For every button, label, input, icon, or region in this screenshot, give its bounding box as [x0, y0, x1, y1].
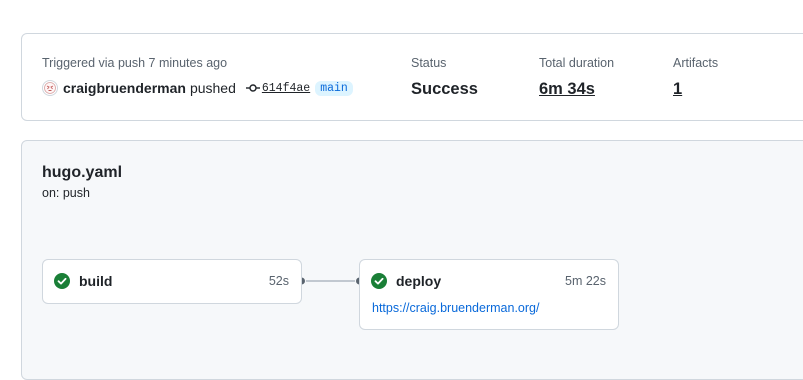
job-connector — [297, 276, 364, 286]
workflow-file-name: hugo.yaml — [42, 164, 123, 181]
branch-badge[interactable]: main — [315, 80, 353, 96]
actor-line: craigbruenderman pushed 614f4ae main — [42, 80, 353, 96]
artifacts-label: Artifacts — [673, 56, 719, 70]
commit-sha-link[interactable]: 614f4ae — [262, 82, 310, 95]
trigger-text: Triggered via push 7 minutes ago — [42, 56, 228, 70]
job-duration: 52s — [268, 274, 289, 288]
status-value: Success — [411, 80, 478, 98]
job-name: build — [79, 273, 113, 289]
action-text: pushed — [189, 80, 236, 96]
avatar-icon[interactable] — [42, 80, 58, 96]
deployment-url-link[interactable]: https://craig.bruenderman.org/ — [372, 301, 539, 315]
job-card-build[interactable]: build 52s — [42, 259, 302, 304]
workflow-graph: hugo.yaml on: push build 52s deploy 5m 2… — [21, 140, 803, 380]
git-commit-icon — [245, 83, 260, 93]
job-duration: 5m 22s — [565, 274, 606, 288]
artifacts-link[interactable]: 1 — [673, 80, 682, 99]
job-card-deploy[interactable]: deploy 5m 22s https://craig.bruenderman.… — [359, 259, 619, 330]
run-summary-card: Triggered via push 7 minutes ago craigbr… — [21, 33, 803, 121]
actor-link[interactable]: craigbruenderman — [63, 80, 186, 96]
check-circle-fill-icon — [371, 273, 387, 294]
workflow-trigger: on: push — [42, 186, 90, 200]
duration-label: Total duration — [539, 56, 615, 70]
job-name: deploy — [396, 273, 442, 289]
check-circle-fill-icon — [54, 273, 70, 294]
duration-link[interactable]: 6m 34s — [539, 80, 595, 99]
status-label: Status — [411, 56, 447, 70]
